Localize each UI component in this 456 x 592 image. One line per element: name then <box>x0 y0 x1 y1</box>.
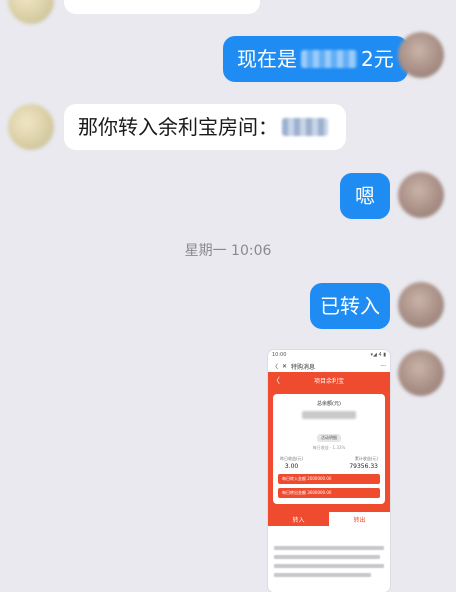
page-title: 项目余利宝 <box>313 377 344 385</box>
transfer-out-button: 转出 <box>329 512 390 526</box>
status-icons: ▾◢ 4 ▮ <box>370 352 386 358</box>
redacted-balance <box>302 411 356 419</box>
redacted-room-id <box>282 118 328 136</box>
total-label: 累计收益(元) <box>354 456 378 461</box>
message-text: 已转入 <box>320 294 380 318</box>
message-bubble-self[interactable]: 嗯 <box>340 173 390 219</box>
transfer-out-limit: 每日转出金额 3600000.00 <box>278 488 380 498</box>
screenshot-nav-bar: 〈 ✕ 特购消息 ··· <box>268 360 390 372</box>
message-text-suffix: 2元 <box>361 47 394 71</box>
transfer-in-button: 转入 <box>268 512 329 526</box>
balance-title: 总余额(元) <box>317 401 341 407</box>
earnings-row: 昨日收益(元) 3.00 累计收益(元) 79356.33 <box>278 456 380 470</box>
redacted-amount <box>301 50 357 68</box>
yield-text: 每日收益 · 1.33% <box>312 445 346 450</box>
screenshot-document-text <box>268 526 390 577</box>
image-message-screenshot[interactable]: 10:00 ▾◢ 4 ▮ 〈 ✕ 特购消息 ··· 〈 项目余利宝 总余额(元)… <box>268 350 390 592</box>
total-value: 79356.33 <box>349 463 378 470</box>
more-icon: ··· <box>380 362 386 370</box>
message-text: 嗯 <box>355 184 375 208</box>
message-bubble-other[interactable]: 那你转入余利宝房间： <box>64 104 346 150</box>
user-avatar[interactable] <box>398 282 444 328</box>
back-icon: 〈 <box>272 375 280 385</box>
contact-avatar[interactable] <box>8 104 54 150</box>
message-text: 那你转入余利宝房间： <box>78 115 278 139</box>
transfer-in-limit: 每日转入金额 2000000.00 <box>278 474 380 484</box>
message-bubble-self[interactable]: 现在是 2元 <box>223 36 408 82</box>
detail-badge: 活动明细 <box>317 434 341 442</box>
close-icon: ✕ <box>282 362 288 370</box>
yesterday-value: 3.00 <box>284 463 299 470</box>
back-icon: 〈 <box>272 363 279 371</box>
message-bubble-cutoff <box>64 0 260 14</box>
nav-title: 特购消息 <box>291 363 316 371</box>
yesterday-label: 昨日收益(元) <box>280 456 304 461</box>
user-avatar[interactable] <box>398 32 444 78</box>
user-avatar[interactable] <box>398 172 444 218</box>
screenshot-status-bar: 10:00 ▾◢ 4 ▮ <box>268 350 390 360</box>
message-text-prefix: 现在是 <box>237 47 297 71</box>
balance-panel: 总余额(元) 活动明细 每日收益 · 1.33% 昨日收益(元) 3.00 累计… <box>273 394 385 504</box>
message-bubble-self[interactable]: 已转入 <box>310 283 390 329</box>
user-avatar[interactable] <box>398 350 444 396</box>
screenshot-action-buttons: 转入 转出 <box>268 512 390 526</box>
status-time: 10:00 <box>272 352 287 358</box>
chat-timestamp: 星期一 10:06 <box>184 243 272 259</box>
screenshot-balance-area: 总余额(元) 活动明细 每日收益 · 1.33% 昨日收益(元) 3.00 累计… <box>268 388 390 512</box>
screenshot-page-header: 〈 项目余利宝 <box>268 372 390 388</box>
contact-avatar[interactable] <box>8 0 54 24</box>
